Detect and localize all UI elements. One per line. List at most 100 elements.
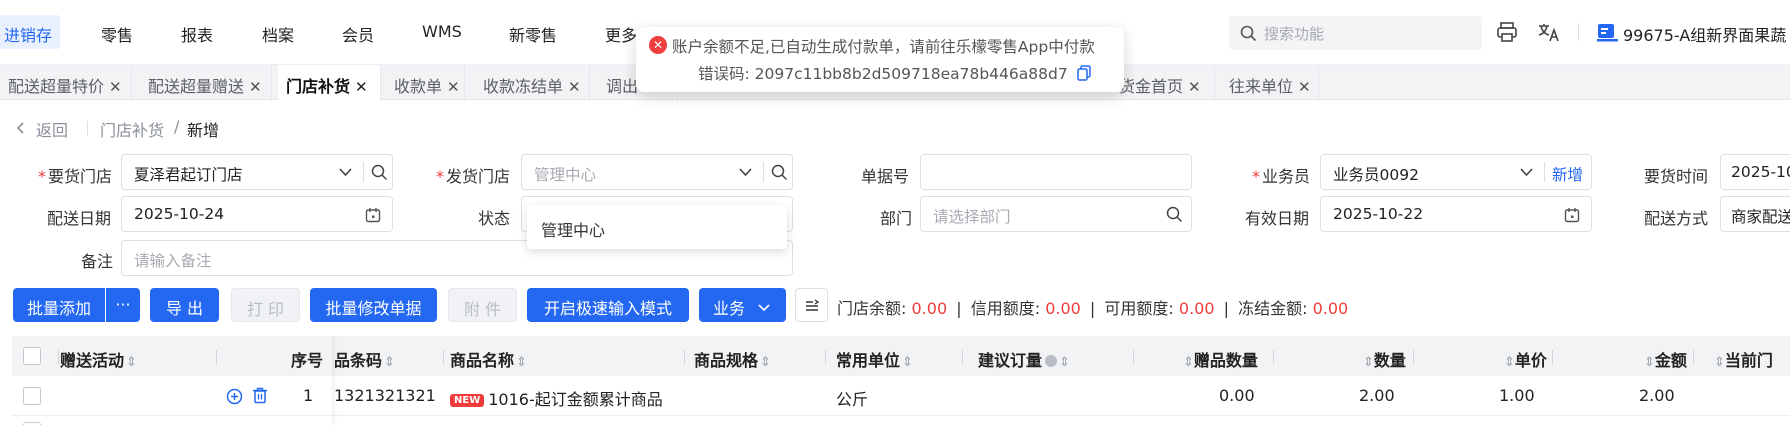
breadcrumb-parent[interactable]: 门店补货 — [100, 117, 164, 141]
store-balance-label: 门店余额: — [837, 299, 907, 318]
salesman-value: 业务员0092 — [1333, 166, 1419, 184]
ship-store-placeholder: 管理中心 — [534, 166, 597, 184]
breadcrumb-separator: / — [174, 117, 180, 136]
translate-icon[interactable] — [1537, 21, 1561, 43]
delete-row-icon[interactable] — [252, 387, 268, 404]
cell-unit[interactable]: 公斤 — [836, 386, 868, 410]
col-amount[interactable]: ⇕金额 — [1642, 347, 1687, 371]
col-gift-activity[interactable]: 赠送活动 ⇕ — [60, 347, 137, 371]
dept-label: 部门 — [880, 209, 913, 228]
add-row-icon[interactable] — [226, 388, 243, 405]
col-barcode[interactable]: 品条码 ⇕ — [334, 347, 395, 371]
tab-receipt-frozen[interactable]: 收款冻结单 ✕ — [475, 65, 590, 101]
close-icon[interactable]: ✕ — [109, 78, 122, 96]
delivery-mode-select[interactable]: 商家配送 — [1720, 196, 1790, 232]
chevron-down-icon[interactable] — [339, 168, 352, 177]
search-icon[interactable] — [1166, 206, 1183, 223]
tab-label: 收款冻结单 — [483, 77, 564, 96]
summary-separator: | — [956, 299, 962, 318]
col-qty[interactable]: ⇕数量 — [1361, 347, 1406, 371]
tab-delivery-over-gift[interactable]: 配送超量赠送 ✕ — [140, 65, 272, 101]
nav-divider — [1578, 23, 1579, 41]
batch-edit-button[interactable]: 批量修改单据 — [310, 288, 437, 322]
nav-item-wms[interactable]: WMS — [422, 22, 462, 41]
column-divider — [1273, 350, 1274, 364]
available-label: 可用额度: — [1104, 299, 1174, 318]
close-icon[interactable]: ✕ — [1298, 78, 1311, 96]
dropdown-option-management-center[interactable]: 管理中心 — [541, 217, 605, 241]
close-icon[interactable]: ✕ — [447, 78, 460, 96]
info-icon[interactable] — [1045, 355, 1058, 367]
close-icon[interactable]: ✕ — [1188, 78, 1201, 96]
back-link[interactable]: 返回 — [36, 117, 68, 141]
delivery-date-value: 2025-10-24 — [134, 205, 225, 223]
business-dropdown-button[interactable]: 业务 — [699, 288, 786, 322]
export-button[interactable]: 导 出 — [150, 288, 219, 322]
tab-receipt[interactable]: 收款单 ✕ — [386, 65, 465, 101]
col-name[interactable]: 商品名称 ⇕ — [450, 347, 527, 371]
batch-add-more-button[interactable]: ··· — [106, 288, 140, 322]
col-gift-qty[interactable]: ⇕赠品数量 — [1181, 347, 1258, 371]
tab-fund-home[interactable]: 货金首页 ✕ — [1113, 65, 1215, 101]
col-unit[interactable]: 常用单位 ⇕ — [836, 347, 913, 371]
chevron-down-icon[interactable] — [739, 168, 752, 177]
error-toast: ✕ 账户余额不足,已自动生成付款单，请前往乐檬零售App中付款 错误码: 209… — [636, 27, 1124, 92]
close-icon[interactable]: ✕ — [355, 78, 368, 96]
summary-separator: | — [1223, 299, 1230, 318]
batch-add-button[interactable]: 批量添加 — [13, 288, 105, 322]
doc-no-input[interactable] — [920, 154, 1192, 190]
calendar-icon[interactable] — [1564, 207, 1580, 223]
chevron-down-icon[interactable] — [1520, 168, 1533, 177]
column-divider — [1552, 350, 1553, 364]
cell-amount: 2.00 — [1639, 386, 1675, 405]
copy-icon[interactable] — [1076, 65, 1091, 81]
row-checkbox[interactable] — [23, 387, 41, 405]
printer-icon[interactable] — [1496, 21, 1518, 43]
close-icon[interactable]: ✕ — [249, 78, 262, 96]
nav-item-more[interactable]: 更多 — [605, 22, 637, 46]
col-current-store[interactable]: ⇕当前门 — [1712, 347, 1773, 371]
col-suggest-qty[interactable]: 建议订量 ⇕ — [978, 347, 1070, 371]
fast-input-button[interactable]: 开启极速输入模式 — [527, 288, 689, 322]
search-icon[interactable] — [371, 164, 388, 181]
cell-qty[interactable]: 2.00 — [1359, 386, 1395, 405]
cell-price[interactable]: 1.00 — [1499, 386, 1535, 405]
salesman-label: * 业务员 — [1252, 167, 1311, 186]
tab-delivery-over-price[interactable]: 配送超量特价 ✕ — [0, 65, 132, 101]
search-input[interactable]: 搜索功能 — [1229, 16, 1482, 50]
col-price[interactable]: ⇕单价 — [1502, 347, 1547, 371]
nav-item-member[interactable]: 会员 — [342, 22, 374, 46]
calendar-icon[interactable] — [365, 207, 381, 223]
request-store-select[interactable]: 夏泽君起订门店 — [121, 154, 393, 190]
print-button[interactable]: 打 印 — [231, 288, 300, 322]
attachment-button[interactable]: 附 件 — [448, 288, 517, 322]
close-icon[interactable]: ✕ — [568, 78, 581, 96]
store-name[interactable]: 99675-A组新界面果蔬 — [1623, 22, 1786, 46]
nav-item-report[interactable]: 报表 — [181, 22, 213, 46]
frozen-column-shadow — [332, 336, 338, 425]
tab-partners[interactable]: 往来单位 ✕ — [1221, 65, 1319, 101]
error-code-text: 错误码: 2097c11bb8b2d509718ea78b446a88d7 — [698, 65, 1068, 83]
nav-item-retail[interactable]: 零售 — [101, 22, 133, 46]
toast-message: 账户余额不足,已自动生成付款单，请前往乐檬零售App中付款 — [672, 38, 1095, 56]
tab-store-replenish[interactable]: 门店补货 ✕ — [278, 65, 381, 101]
request-time-input[interactable]: 2025-10 — [1720, 154, 1790, 190]
chevron-left-icon[interactable] — [16, 122, 25, 134]
valid-date-picker[interactable]: 2025-10-22 — [1320, 196, 1592, 232]
search-icon — [1240, 25, 1257, 42]
nav-item-new-retail[interactable]: 新零售 — [509, 22, 557, 46]
search-icon[interactable] — [771, 164, 788, 181]
nav-item-archive[interactable]: 档案 — [262, 22, 294, 46]
column-settings-button[interactable] — [795, 288, 828, 322]
select-all-checkbox[interactable] — [23, 347, 41, 365]
nav-item-jxc[interactable]: 进销存 — [0, 15, 61, 49]
add-salesman-link[interactable]: 新增 — [1552, 163, 1583, 185]
dept-select[interactable]: 请选择部门 — [920, 196, 1192, 232]
ship-store-label: * 发货门店 — [436, 167, 511, 186]
ship-store-select[interactable]: 管理中心 — [521, 154, 793, 190]
field-separator — [1544, 162, 1545, 182]
delivery-date-label: 配送日期 — [47, 209, 112, 228]
delivery-date-picker[interactable]: 2025-10-24 — [121, 196, 393, 232]
col-spec[interactable]: 商品规格 ⇕ — [694, 347, 771, 371]
salesman-select[interactable]: 业务员0092 新增 — [1320, 154, 1592, 190]
